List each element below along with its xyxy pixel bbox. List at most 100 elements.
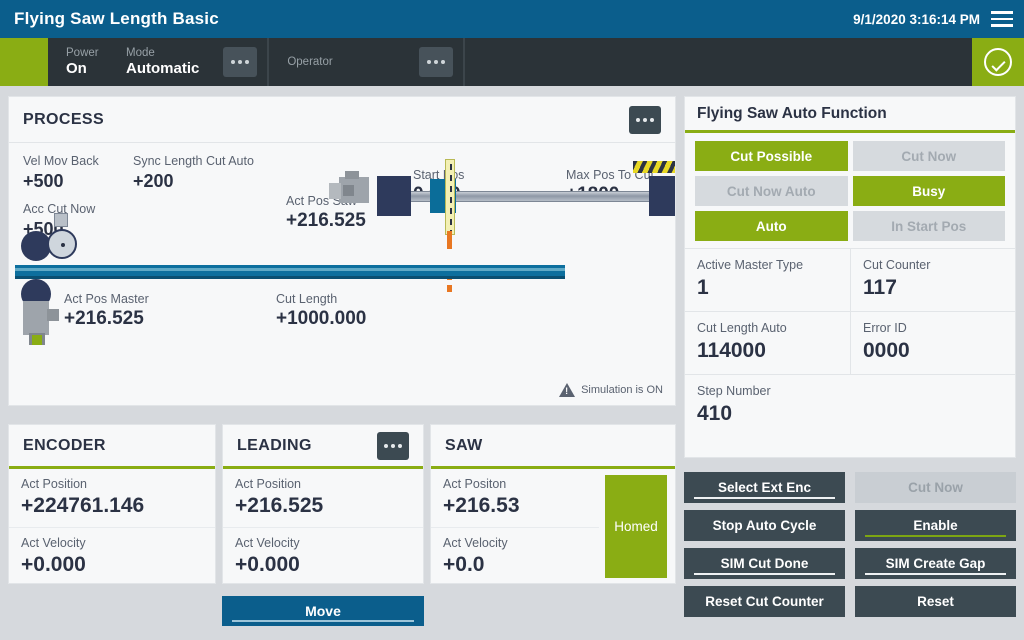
encoder-act-velocity-value: +0.000: [21, 552, 203, 578]
status-spacer: [465, 38, 972, 86]
reset-cut-counter-button[interactable]: Reset Cut Counter: [684, 586, 845, 617]
info-row: Active Master Type 1 Cut Counter 117: [685, 249, 1015, 312]
indicator-busy[interactable]: Busy: [853, 176, 1006, 206]
encoder-act-velocity-row: Act Velocity +0.000: [9, 528, 215, 586]
simulation-note-text: Simulation is ON: [581, 384, 663, 396]
indicator-in-start-pos[interactable]: In Start Pos: [853, 211, 1006, 241]
saw-act-position-value: +216.53: [443, 493, 587, 519]
indicator-auto[interactable]: Auto: [695, 211, 848, 241]
cut-length-auto-value: 114000: [697, 337, 838, 364]
auto-function-title: Flying Saw Auto Function: [697, 105, 887, 123]
indicator-cut-possible[interactable]: Cut Possible: [695, 141, 848, 171]
leading-act-velocity-row: Act Velocity +0.000: [223, 528, 423, 586]
encoder-act-position-row: Act Position +224761.146: [9, 469, 215, 528]
active-master-type-cell: Active Master Type 1: [685, 249, 850, 311]
saw-motor-icon: [329, 175, 377, 209]
enable-button[interactable]: Enable: [855, 510, 1016, 541]
move-button[interactable]: Move: [222, 596, 424, 626]
dot-icon: [427, 60, 431, 64]
reset-button[interactable]: Reset: [855, 586, 1016, 617]
leading-options-button[interactable]: [377, 432, 409, 460]
encoder-panel: ENCODER Act Position +224761.146 Act Vel…: [8, 424, 216, 584]
leading-act-velocity-label: Act Velocity: [235, 535, 411, 552]
process-title: PROCESS: [23, 111, 104, 129]
status-ok-button[interactable]: [972, 38, 1024, 86]
operator-field: Operator: [279, 55, 409, 69]
vel-mov-back-label: Vel Mov Back: [23, 153, 99, 169]
cut-counter-cell: Cut Counter 117: [850, 249, 1015, 311]
error-id-value: 0000: [863, 337, 1003, 364]
sim-cut-done-button[interactable]: SIM Cut Done: [684, 548, 845, 579]
hazard-hatch-marker: [633, 161, 675, 173]
operator-label: Operator: [287, 55, 395, 69]
auto-function-indicator-grid: Cut Possible Cut Now Cut Now Auto Busy A…: [685, 133, 1015, 248]
step-number-cell: Step Number 410: [685, 375, 1015, 437]
machine-options-button[interactable]: [223, 47, 257, 77]
mode-label: Mode: [126, 46, 199, 60]
sim-create-gap-label: SIM Create Gap: [886, 556, 986, 571]
leading-act-position-row: Act Position +216.525: [223, 469, 423, 528]
operator-options-button[interactable]: [419, 47, 453, 77]
cut-now-label: Cut Now: [908, 480, 963, 495]
dot-icon: [238, 60, 242, 64]
error-id-label: Error ID: [863, 320, 1003, 337]
sync-length-cut-auto-readout: Sync Length Cut Auto +200: [133, 153, 254, 193]
button-underline: [694, 497, 835, 500]
machine-status-segment: Power On Mode Automatic: [48, 38, 269, 86]
sim-create-gap-button[interactable]: SIM Create Gap: [855, 548, 1016, 579]
select-ext-enc-button[interactable]: Select Ext Enc: [684, 472, 845, 503]
cut-now-button[interactable]: Cut Now: [855, 472, 1016, 503]
dot-icon: [650, 118, 654, 122]
encoder-mount-icon: [54, 213, 68, 227]
button-underline: [865, 535, 1006, 538]
saw-panel: SAW Act Positon +216.53 Act Velocity +0.…: [430, 424, 676, 584]
sync-length-cut-auto-value: +200: [133, 169, 254, 193]
select-ext-enc-label: Select Ext Enc: [718, 480, 811, 495]
step-number-label: Step Number: [697, 383, 1003, 400]
sim-cut-done-label: SIM Cut Done: [721, 556, 809, 571]
vel-mov-back-readout: Vel Mov Back +500: [23, 153, 99, 193]
cut-length-auto-label: Cut Length Auto: [697, 320, 838, 337]
step-number-value: 410: [697, 400, 1003, 427]
info-row: Cut Length Auto 114000 Error ID 0000: [685, 312, 1015, 375]
indicator-cut-now[interactable]: Cut Now: [853, 141, 1006, 171]
encoder-act-position-label: Act Position: [21, 476, 203, 493]
leading-panel: LEADING Act Position +216.525 Act Veloci…: [222, 424, 424, 584]
saw-body: Act Positon +216.53 Act Velocity +0.0 Ho…: [431, 469, 675, 586]
simulation-warning: Simulation is ON: [559, 383, 663, 397]
stop-auto-cycle-label: Stop Auto Cycle: [713, 518, 817, 533]
master-motor-icon: [19, 301, 63, 345]
act-pos-saw-value: +216.525: [286, 209, 366, 233]
process-header: PROCESS: [9, 97, 675, 143]
error-id-cell: Error ID 0000: [850, 312, 1015, 374]
warning-triangle-icon: [559, 383, 575, 397]
indicator-cut-now-auto[interactable]: Cut Now Auto: [695, 176, 848, 206]
title-bar: Flying Saw Length Basic 9/1/2020 3:16:14…: [0, 0, 1024, 38]
status-green-indicator: [0, 38, 48, 86]
saw-title: SAW: [445, 437, 483, 455]
saw-act-velocity-row: Act Velocity +0.0: [431, 528, 599, 586]
button-underline: [865, 573, 1006, 576]
auto-function-panel: Flying Saw Auto Function Cut Possible Cu…: [684, 96, 1016, 458]
process-panel: PROCESS Vel Mov Back +500 Sync Length Cu…: [8, 96, 676, 406]
leading-header: LEADING: [223, 425, 423, 469]
encoder-wheel-icon: [47, 229, 77, 259]
active-master-type-label: Active Master Type: [697, 257, 838, 274]
cut-position-indicator: [445, 159, 455, 235]
leading-act-position-label: Act Position: [235, 476, 411, 493]
hamburger-icon[interactable]: [980, 0, 1024, 38]
saw-act-position-row: Act Positon +216.53: [431, 469, 599, 528]
dot-icon: [398, 444, 402, 448]
status-bar: Power On Mode Automatic Operator: [0, 38, 1024, 86]
process-options-button[interactable]: [629, 106, 661, 134]
dot-icon: [643, 118, 647, 122]
cut-length-label: Cut Length: [276, 291, 366, 307]
dot-icon: [434, 60, 438, 64]
saw-values: Act Positon +216.53 Act Velocity +0.0: [431, 469, 599, 586]
auto-function-info-grid: Active Master Type 1 Cut Counter 117 Cut…: [685, 248, 1015, 437]
saw-act-position-label: Act Positon: [443, 476, 587, 493]
dot-icon: [636, 118, 640, 122]
dot-icon: [245, 60, 249, 64]
info-row: Step Number 410: [685, 375, 1015, 437]
stop-auto-cycle-button[interactable]: Stop Auto Cycle: [684, 510, 845, 541]
